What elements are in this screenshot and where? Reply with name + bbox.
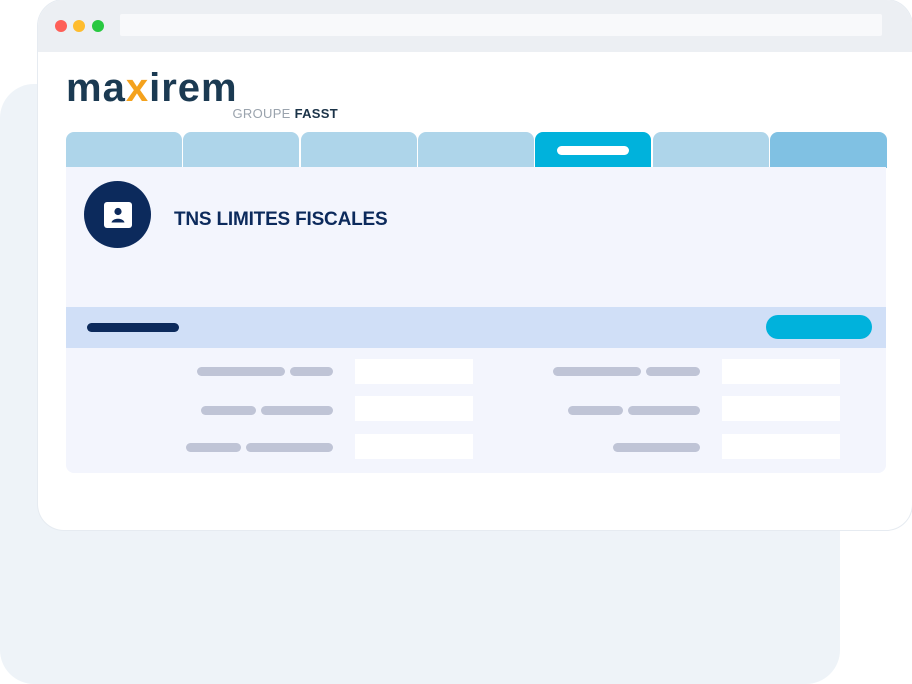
form-field-4[interactable]: [722, 359, 840, 384]
logo-wordmark: maxirem: [66, 66, 238, 110]
tab-3[interactable]: [301, 132, 417, 168]
logo-group-prefix: GROUPE: [232, 106, 291, 121]
logo-letters: maxirem: [66, 66, 238, 110]
form-field-6[interactable]: [722, 434, 840, 459]
tab-7[interactable]: [770, 132, 887, 168]
form-field-5[interactable]: [722, 396, 840, 421]
field-label-placeholder: [261, 406, 333, 415]
tab-5-active[interactable]: [535, 132, 651, 168]
logo-letter-x-accent: x: [125, 66, 150, 110]
field-label-placeholder: [186, 443, 241, 452]
field-label-placeholder: [628, 406, 700, 415]
field-label-placeholder: [613, 443, 700, 452]
logo-letter: r: [161, 66, 178, 110]
logo-letter: a: [102, 66, 126, 110]
close-window-button[interactable]: [55, 20, 67, 32]
field-label-placeholder: [201, 406, 256, 415]
content-panel: TNS LIMITES FISCALES: [66, 167, 886, 473]
section-action-button[interactable]: [766, 315, 872, 339]
field-label-placeholder: [568, 406, 623, 415]
maxirem-logo: maxirem GROUPE FASST: [66, 66, 342, 124]
logo-letter: m: [201, 66, 238, 110]
maximize-window-button[interactable]: [92, 20, 104, 32]
logo-group-name: FASST: [294, 106, 338, 121]
page-title: TNS LIMITES FISCALES: [174, 209, 388, 230]
form-field-1[interactable]: [355, 359, 473, 384]
form-field-3[interactable]: [355, 434, 473, 459]
section-title-placeholder: [87, 323, 179, 332]
field-label-placeholder: [290, 367, 333, 376]
minimize-window-button[interactable]: [73, 20, 85, 32]
field-label-placeholder: [646, 367, 700, 376]
id-card-icon: [84, 181, 151, 248]
logo-letter: i: [149, 66, 162, 110]
logo-group-line: GROUPE FASST: [233, 106, 338, 122]
address-bar[interactable]: [120, 14, 882, 36]
field-label-placeholder: [246, 443, 333, 452]
id-card-glyph: [103, 201, 132, 228]
form-field-2[interactable]: [355, 396, 473, 421]
tab-4[interactable]: [418, 132, 534, 168]
field-label-placeholder: [553, 367, 641, 376]
tab-5-label-placeholder: [557, 146, 629, 155]
tab-6[interactable]: [653, 132, 769, 168]
tab-2[interactable]: [183, 132, 299, 168]
section-header: [66, 307, 886, 348]
logo-letter: m: [66, 66, 103, 110]
tab-bar: [66, 132, 887, 168]
browser-titlebar: [38, 0, 912, 52]
tab-1[interactable]: [66, 132, 182, 168]
field-label-placeholder: [197, 367, 285, 376]
logo-letter: e: [177, 66, 202, 110]
